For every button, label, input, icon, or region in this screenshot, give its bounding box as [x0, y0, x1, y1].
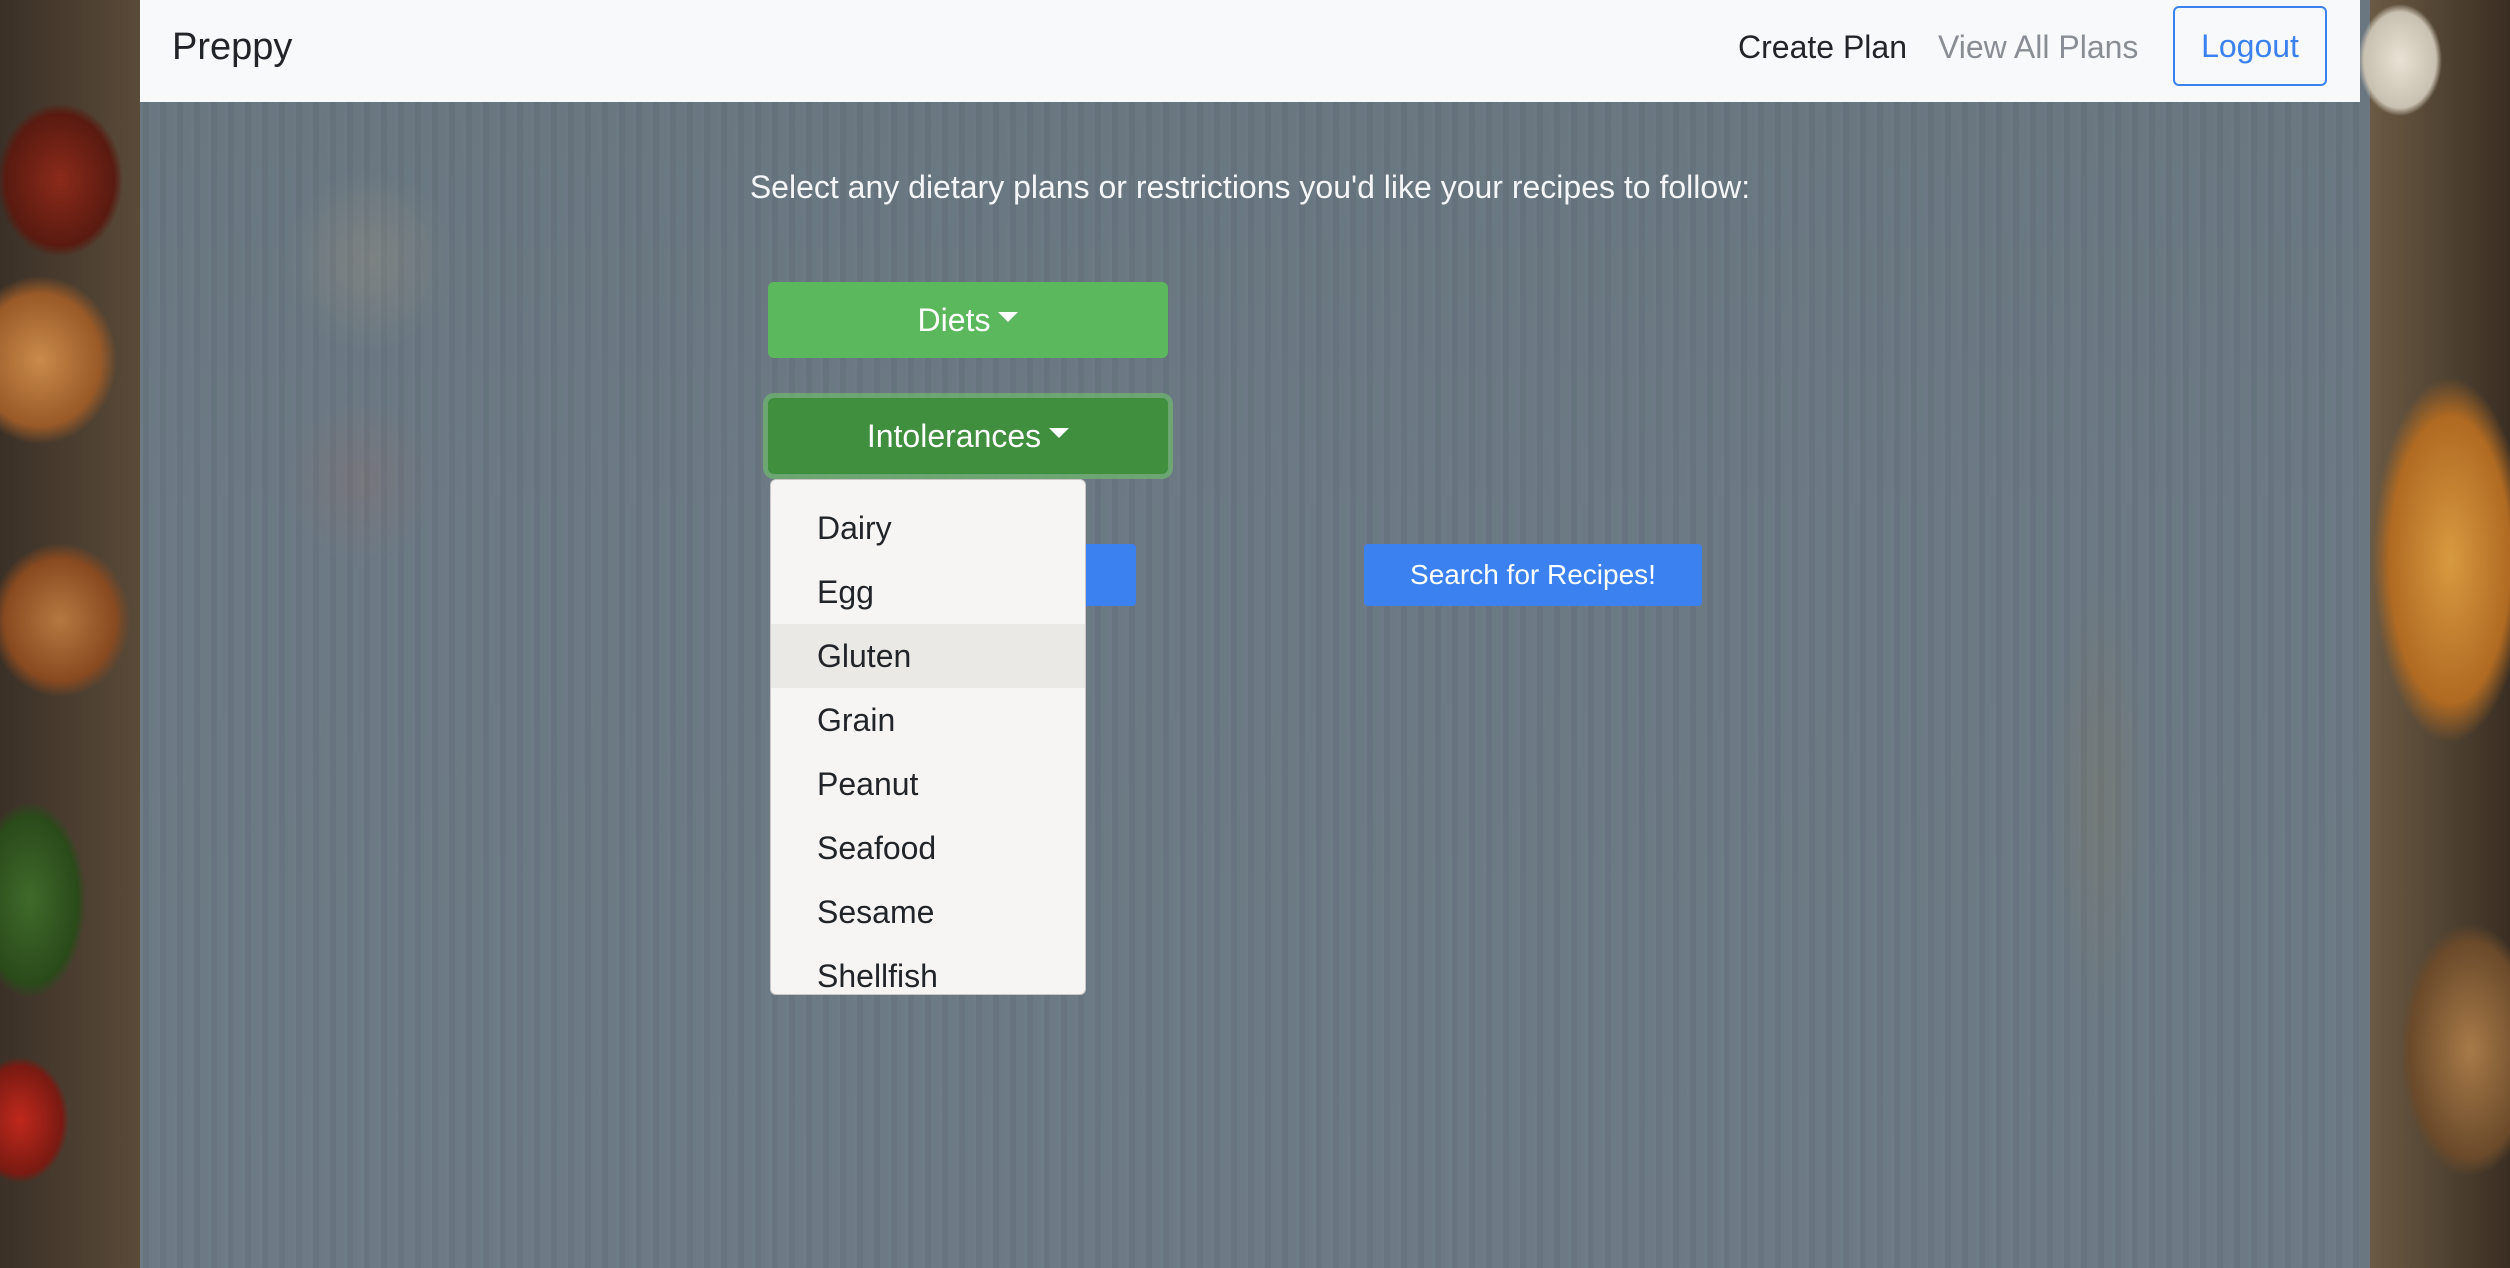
- diets-dropdown-label: Diets: [917, 301, 991, 338]
- dropdown-item-peanut[interactable]: Peanut: [771, 752, 1085, 816]
- caret-down-icon: [1049, 428, 1070, 438]
- dropdown-item-sesame[interactable]: Sesame: [771, 880, 1085, 944]
- top-navbar: Preppy Create Plan View All Plans Logout: [140, 0, 2360, 102]
- diets-dropdown-button[interactable]: Diets: [768, 282, 1168, 358]
- caret-down-icon: [998, 312, 1019, 322]
- dropdown-item-egg[interactable]: Egg: [771, 560, 1085, 624]
- dropdown-item-dairy[interactable]: Dairy: [771, 496, 1085, 560]
- dropdown-item-gluten[interactable]: Gluten: [771, 624, 1085, 688]
- intolerances-dropdown-button[interactable]: Intolerances: [768, 398, 1168, 474]
- intolerances-dropdown-label: Intolerances: [866, 417, 1042, 454]
- nav-link-create-plan[interactable]: Create Plan: [1738, 26, 1907, 68]
- dropdown-item-shellfish[interactable]: Shellfish: [771, 944, 1085, 994]
- dietary-prompt-text: Select any dietary plans or restrictions…: [749, 169, 1751, 205]
- intolerances-dropdown-menu: Dairy Egg Gluten Grain Peanut Seafood Se…: [770, 479, 1086, 995]
- dropdown-item-seafood[interactable]: Seafood: [771, 816, 1085, 880]
- logout-button[interactable]: Logout: [2173, 6, 2327, 86]
- search-recipes-button[interactable]: Search for Recipes!: [1364, 544, 1702, 606]
- nav-link-view-all-plans[interactable]: View All Plans: [1938, 26, 2138, 68]
- dropdown-item-grain[interactable]: Grain: [771, 688, 1085, 752]
- brand-logo[interactable]: Preppy: [172, 22, 292, 72]
